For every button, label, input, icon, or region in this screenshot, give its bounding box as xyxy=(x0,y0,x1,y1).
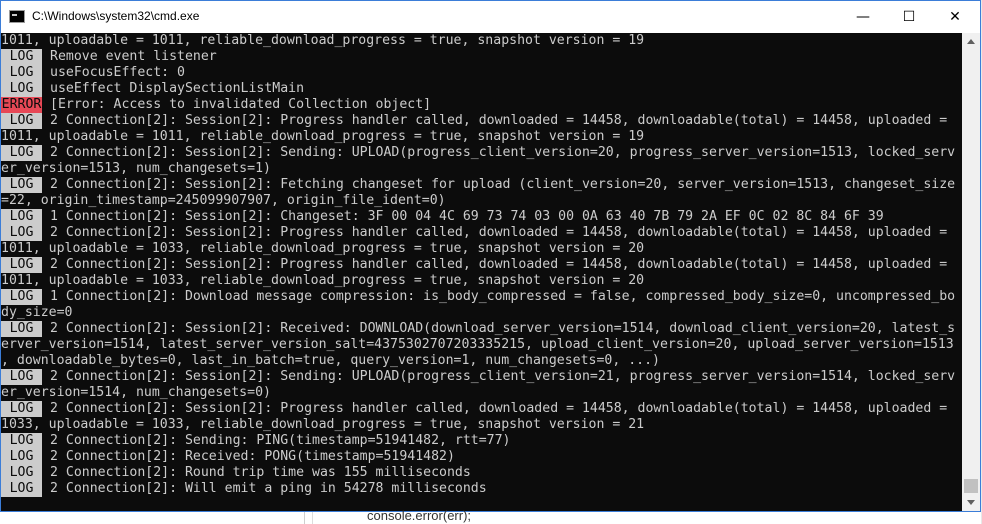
console-line: LOG 2 Connection[2]: Session[2]: Fetching… xyxy=(1,177,962,193)
background-editor-strip xyxy=(0,512,982,524)
console-line-text: erver_version=1514, latest_server_versio… xyxy=(1,337,954,352)
console-line-text: 2 Connection[2]: Sending: PING(timestamp… xyxy=(50,433,511,448)
console-line-text: 2 Connection[2]: Session[2]: Fetching ch… xyxy=(50,177,956,192)
console-line: dy_size=0 xyxy=(1,305,962,321)
minimize-button[interactable]: — xyxy=(840,1,886,33)
console-line-text: useFocusEffect: 0 xyxy=(50,65,185,80)
arrow-down-icon xyxy=(967,500,975,505)
log-badge: LOG xyxy=(1,465,42,481)
console-line: LOG 1 Connection[2]: Session[2]: Changese… xyxy=(1,209,962,225)
console-line-text: 2 Connection[2]: Session[2]: Progress ha… xyxy=(50,113,948,128)
cmd-window: C:\Windows\system32\cmd.exe — ☐ ✕ 1011, … xyxy=(0,0,981,512)
window-title: C:\Windows\system32\cmd.exe xyxy=(32,9,200,23)
console-line-text: 2 Connection[2]: Received: PONG(timestam… xyxy=(50,449,455,464)
console-line-text: 1011, uploadable = 1033, reliable_downlo… xyxy=(1,273,645,288)
console-line-text: Remove event listener xyxy=(50,49,217,64)
console-line: LOG 1 Connection[2]: Download message com… xyxy=(1,289,962,305)
console-line-text: useEffect DisplaySectionListMain xyxy=(50,81,305,96)
console-line: 1011, uploadable = 1033, reliable_downlo… xyxy=(1,273,962,289)
error-badge: ERROR xyxy=(1,97,42,113)
console-line-text: =22, origin_timestamp=245099907907, orig… xyxy=(1,193,446,208)
arrow-up-icon xyxy=(967,39,975,44)
console-line-text: 2 Connection[2]: Session[2]: Received: D… xyxy=(50,321,956,336)
title-bar[interactable]: C:\Windows\system32\cmd.exe — ☐ ✕ xyxy=(1,1,980,33)
log-badge: LOG xyxy=(1,113,42,129)
log-badge: LOG xyxy=(1,49,42,65)
console-line: LOG 2 Connection[2]: Session[2]: Received… xyxy=(1,321,962,337)
console-line: LOG 2 Connection[2]: Round trip time was … xyxy=(1,465,962,481)
console-line-text: 1011, uploadable = 1033, reliable_downlo… xyxy=(1,241,645,256)
close-button[interactable]: ✕ xyxy=(932,1,978,33)
console-line-text: 2 Connection[2]: Session[2]: Sending: UP… xyxy=(50,369,956,384)
console-line-text: 1 Connection[2]: Session[2]: Changeset: … xyxy=(50,209,884,224)
console-line: LOG 2 Connection[2]: Session[2]: Sending:… xyxy=(1,145,962,161)
console-line: er_version=1514, num_changesets=0) xyxy=(1,385,962,401)
console-line: LOG 2 Connection[2]: Sending: PING(timest… xyxy=(1,433,962,449)
console-line: LOG 2 Connection[2]: Session[2]: Progress… xyxy=(1,401,962,417)
console-line-text: 1033, uploadable = 1033, reliable_downlo… xyxy=(1,417,645,432)
console-line-text: 2 Connection[2]: Session[2]: Progress ha… xyxy=(50,401,948,416)
background-pane-divider xyxy=(304,512,305,524)
console-line-text: , downloadable_bytes=0, last_in_batch=tr… xyxy=(1,353,660,368)
log-badge: LOG xyxy=(1,289,42,305)
log-badge: LOG xyxy=(1,81,42,97)
background-pane-divider xyxy=(312,512,313,524)
background-code-line: console.error(err); xyxy=(367,508,472,523)
log-badge: LOG xyxy=(1,209,42,225)
scroll-down-button[interactable] xyxy=(962,494,980,511)
console-line-text: 1 Connection[2]: Download message compre… xyxy=(50,289,956,304)
console-line: LOG 2 Connection[2]: Session[2]: Progress… xyxy=(1,257,962,273)
console-line-text: 2 Connection[2]: Session[2]: Progress ha… xyxy=(50,257,948,272)
console-line: LOG 2 Connection[2]: Will emit a ping in … xyxy=(1,481,962,497)
console-line-text: 1011, uploadable = 1011, reliable_downlo… xyxy=(1,129,645,144)
log-badge: LOG xyxy=(1,481,42,497)
console-line: , downloadable_bytes=0, last_in_batch=tr… xyxy=(1,353,962,369)
console-line: LOG 2 Connection[2]: Received: PONG(times… xyxy=(1,449,962,465)
console-output[interactable]: 1011, uploadable = 1011, reliable_downlo… xyxy=(1,33,962,511)
console-line: erver_version=1514, latest_server_versio… xyxy=(1,337,962,353)
console-line: LOG useEffect DisplaySectionListMain xyxy=(1,81,962,97)
console-line: 1011, uploadable = 1033, reliable_downlo… xyxy=(1,241,962,257)
console-line: LOG 2 Connection[2]: Session[2]: Sending:… xyxy=(1,369,962,385)
console-line: LOG Remove event listener xyxy=(1,49,962,65)
log-badge: LOG xyxy=(1,145,42,161)
log-badge: LOG xyxy=(1,321,42,337)
log-badge: LOG xyxy=(1,401,42,417)
console-line: 1033, uploadable = 1033, reliable_downlo… xyxy=(1,417,962,433)
console-line: =22, origin_timestamp=245099907907, orig… xyxy=(1,193,962,209)
console-line-text: dy_size=0 xyxy=(1,305,73,320)
console-line-text: [Error: Access to invalidated Collection… xyxy=(50,97,432,112)
cmd-app-icon[interactable] xyxy=(9,10,25,23)
log-badge: LOG xyxy=(1,225,42,241)
console-line-text: 2 Connection[2]: Session[2]: Sending: UP… xyxy=(50,145,956,160)
console-line: 1011, uploadable = 1011, reliable_downlo… xyxy=(1,129,962,145)
console-line: LOG useFocusEffect: 0 xyxy=(1,65,962,81)
log-badge: LOG xyxy=(1,449,42,465)
console-line: ERROR [Error: Access to invalidated Colle… xyxy=(1,97,962,113)
log-badge: LOG xyxy=(1,257,42,273)
log-badge: LOG xyxy=(1,177,42,193)
console-line-text: 2 Connection[2]: Will emit a ping in 542… xyxy=(50,481,487,496)
console-line: er_version=1513, num_changesets=1) xyxy=(1,161,962,177)
log-badge: LOG xyxy=(1,433,42,449)
console-line-text: 2 Connection[2]: Round trip time was 155… xyxy=(50,465,471,480)
scroll-up-button[interactable] xyxy=(962,33,980,50)
maximize-button[interactable]: ☐ xyxy=(886,1,932,33)
vertical-scrollbar[interactable] xyxy=(962,33,980,511)
console-line-text: 1011, uploadable = 1011, reliable_downlo… xyxy=(1,33,645,48)
console-line-text: 2 Connection[2]: Session[2]: Progress ha… xyxy=(50,225,948,240)
log-badge: LOG xyxy=(1,65,42,81)
console-line: 1011, uploadable = 1011, reliable_downlo… xyxy=(1,33,962,49)
console-line-text: er_version=1513, num_changesets=1) xyxy=(1,161,271,176)
log-badge: LOG xyxy=(1,369,42,385)
console-line: LOG 2 Connection[2]: Session[2]: Progress… xyxy=(1,225,962,241)
scroll-thumb[interactable] xyxy=(964,479,978,493)
console-line-text: er_version=1514, num_changesets=0) xyxy=(1,385,271,400)
console-line: LOG 2 Connection[2]: Session[2]: Progress… xyxy=(1,113,962,129)
